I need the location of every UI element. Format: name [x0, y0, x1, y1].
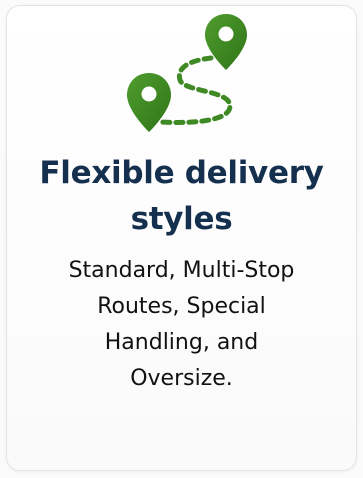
card-description-line: Standard, Multi-Stop	[68, 258, 295, 283]
card-description-line: Routes, Special	[97, 294, 266, 319]
card-title-line: styles	[130, 201, 233, 237]
card-title-line: Flexible delivery	[39, 155, 324, 191]
route-pins-icon	[127, 14, 247, 132]
destination-pin-icon	[205, 14, 247, 70]
card-description-line: Oversize.	[130, 366, 233, 391]
card-description-line: Handling, and	[104, 330, 259, 355]
card-description: Standard, Multi-Stop Routes, Special Han…	[0, 253, 363, 397]
card-title: Flexible delivery styles	[0, 150, 363, 242]
